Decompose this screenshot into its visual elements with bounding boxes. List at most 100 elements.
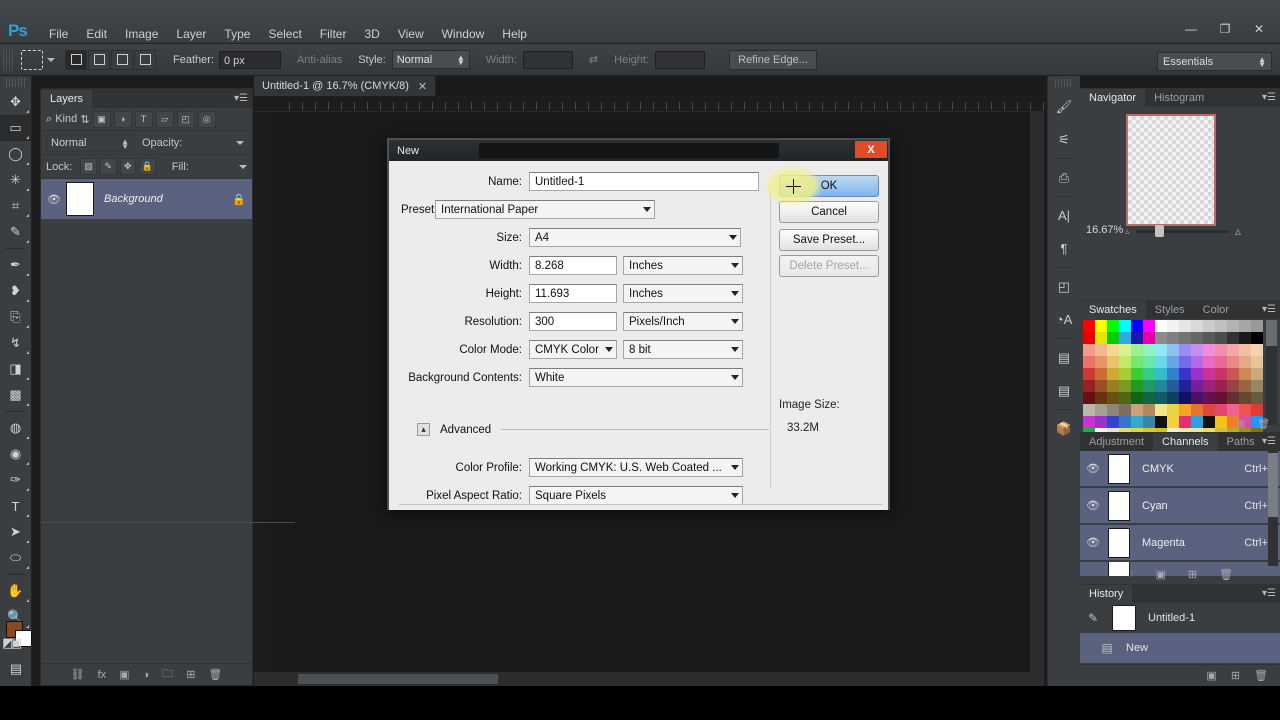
swatch-74[interactable] bbox=[1251, 368, 1263, 380]
menu-select[interactable]: Select bbox=[259, 24, 310, 44]
height-input[interactable]: 11.693 bbox=[529, 284, 617, 303]
swatch-96[interactable] bbox=[1155, 392, 1167, 404]
swatch-106[interactable] bbox=[1095, 404, 1107, 416]
swatch-82[interactable] bbox=[1167, 380, 1179, 392]
swatch-113[interactable] bbox=[1179, 404, 1191, 416]
history-state-row[interactable]: ▤ New bbox=[1080, 633, 1280, 663]
swatch-49[interactable] bbox=[1131, 356, 1143, 368]
filter-pixel-layers-icon[interactable]: ▣ bbox=[92, 110, 111, 128]
intersect-selection-button[interactable] bbox=[134, 49, 156, 70]
menu-file[interactable]: File bbox=[40, 24, 77, 44]
swatch-32[interactable] bbox=[1107, 344, 1119, 356]
pen-tool[interactable]: ✑ bbox=[0, 467, 31, 493]
swatch-33[interactable] bbox=[1119, 344, 1131, 356]
options-bar-grip[interactable] bbox=[3, 48, 13, 71]
swatch-63[interactable] bbox=[1119, 368, 1131, 380]
spot-healing-brush-tool[interactable]: ✒ bbox=[0, 252, 31, 278]
move-tool[interactable]: ✥ bbox=[0, 89, 31, 115]
swatch-93[interactable] bbox=[1119, 392, 1131, 404]
menu-image[interactable]: Image bbox=[116, 24, 167, 44]
blur-tool[interactable]: ◍ bbox=[0, 415, 31, 441]
swatch-87[interactable] bbox=[1227, 380, 1239, 392]
lock-transparent-pixels-icon[interactable]: ▧ bbox=[80, 158, 97, 175]
eyedropper-tool[interactable]: ✎ bbox=[0, 219, 31, 245]
size-select[interactable]: A4 bbox=[529, 228, 741, 247]
swatch-99[interactable] bbox=[1191, 392, 1203, 404]
swatch-111[interactable] bbox=[1155, 404, 1167, 416]
swatch-103[interactable] bbox=[1239, 392, 1251, 404]
history-brush-tool[interactable]: ↯ bbox=[0, 330, 31, 356]
new-layer-icon[interactable]: ⊞ bbox=[186, 668, 195, 681]
swatch-59[interactable] bbox=[1251, 356, 1263, 368]
swatch-51[interactable] bbox=[1155, 356, 1167, 368]
swatch-34[interactable] bbox=[1131, 344, 1143, 356]
swatch-61[interactable] bbox=[1095, 368, 1107, 380]
new-swatch-icon[interactable]: ⊞ bbox=[1237, 419, 1245, 430]
swatch-30[interactable] bbox=[1083, 344, 1095, 356]
swatch-62[interactable] bbox=[1107, 368, 1119, 380]
swatch-23[interactable] bbox=[1179, 332, 1191, 344]
swatch-72[interactable] bbox=[1227, 368, 1239, 380]
swatch-1[interactable] bbox=[1095, 320, 1107, 332]
swatch-76[interactable] bbox=[1095, 380, 1107, 392]
swatch-78[interactable] bbox=[1119, 380, 1131, 392]
save-preset-button[interactable]: Save Preset... bbox=[779, 229, 879, 251]
menu-filter[interactable]: Filter bbox=[311, 24, 356, 44]
swatch-36[interactable] bbox=[1155, 344, 1167, 356]
swatch-68[interactable] bbox=[1179, 368, 1191, 380]
brush-settings-icon[interactable]: ⚟ bbox=[1048, 123, 1080, 156]
swatch-26[interactable] bbox=[1215, 332, 1227, 344]
swap-dimensions-icon[interactable]: ⇄ bbox=[589, 53, 598, 66]
document-tab[interactable]: Untitled-1 @ 16.7% (CMYK/8) ✕ bbox=[254, 76, 437, 96]
load-channel-as-selection-icon[interactable]: ◌ bbox=[1127, 568, 1134, 580]
menu-type[interactable]: Type bbox=[215, 24, 259, 44]
swatch-5[interactable] bbox=[1143, 320, 1155, 332]
horizontal-type-tool[interactable]: T bbox=[0, 493, 31, 519]
tab-adjustment[interactable]: Adjustment bbox=[1080, 433, 1154, 451]
swatch-16[interactable] bbox=[1095, 332, 1107, 344]
swatch-88[interactable] bbox=[1239, 380, 1251, 392]
swatch-66[interactable] bbox=[1155, 368, 1167, 380]
swatch-12[interactable] bbox=[1227, 320, 1239, 332]
add-to-selection-button[interactable] bbox=[88, 49, 110, 70]
preset-select[interactable]: International Paper bbox=[435, 200, 655, 219]
swatch-52[interactable] bbox=[1167, 356, 1179, 368]
clone-source-icon[interactable]: ⎙ bbox=[1048, 161, 1080, 194]
zoom-in-icon[interactable]: ▵ bbox=[1235, 224, 1241, 238]
swatch-8[interactable] bbox=[1179, 320, 1191, 332]
three-d-panel-icon[interactable]: 📦 bbox=[1048, 412, 1080, 445]
dialog-title-bar[interactable]: New X bbox=[389, 140, 888, 161]
swatches-panel-menu-icon[interactable]: ▾☰ bbox=[1262, 304, 1276, 315]
character-panel-icon[interactable]: A| bbox=[1048, 199, 1080, 232]
swatch-38[interactable] bbox=[1179, 344, 1191, 356]
swatch-101[interactable] bbox=[1215, 392, 1227, 404]
swatch-77[interactable] bbox=[1107, 380, 1119, 392]
close-button[interactable]: ✕ bbox=[1242, 18, 1276, 40]
swatch-86[interactable] bbox=[1215, 380, 1227, 392]
swatch-2[interactable] bbox=[1107, 320, 1119, 332]
menu-layer[interactable]: Layer bbox=[167, 24, 215, 44]
actions-panel-icon[interactable]: ▤ bbox=[1048, 374, 1080, 407]
filter-type-layers-icon[interactable]: T bbox=[134, 110, 153, 128]
swatch-119[interactable] bbox=[1251, 404, 1263, 416]
tab-history[interactable]: History bbox=[1080, 585, 1133, 603]
gradient-tool[interactable]: ▩ bbox=[0, 382, 31, 408]
swatch-10[interactable] bbox=[1203, 320, 1215, 332]
cancel-button[interactable]: Cancel bbox=[779, 201, 879, 223]
tab-color[interactable]: Color bbox=[1193, 301, 1238, 319]
color-mode-select[interactable]: CMYK Color bbox=[529, 340, 617, 359]
swatch-85[interactable] bbox=[1203, 380, 1215, 392]
lasso-tool[interactable]: ◯ bbox=[0, 141, 31, 167]
swatch-73[interactable] bbox=[1239, 368, 1251, 380]
swatch-29[interactable] bbox=[1251, 332, 1263, 344]
lock-all-icon[interactable]: 🔒 bbox=[139, 158, 156, 175]
swatch-108[interactable] bbox=[1119, 404, 1131, 416]
navigator-zoom-value[interactable]: 16.67% bbox=[1086, 224, 1123, 236]
swatch-55[interactable] bbox=[1203, 356, 1215, 368]
swatch-46[interactable] bbox=[1095, 356, 1107, 368]
fill-chevron-down-icon[interactable] bbox=[239, 164, 248, 169]
background-contents-select[interactable]: White bbox=[529, 368, 743, 387]
swatch-53[interactable] bbox=[1179, 356, 1191, 368]
channels-panel-menu-icon[interactable]: ▾☰ bbox=[1262, 436, 1276, 447]
swatch-19[interactable] bbox=[1131, 332, 1143, 344]
